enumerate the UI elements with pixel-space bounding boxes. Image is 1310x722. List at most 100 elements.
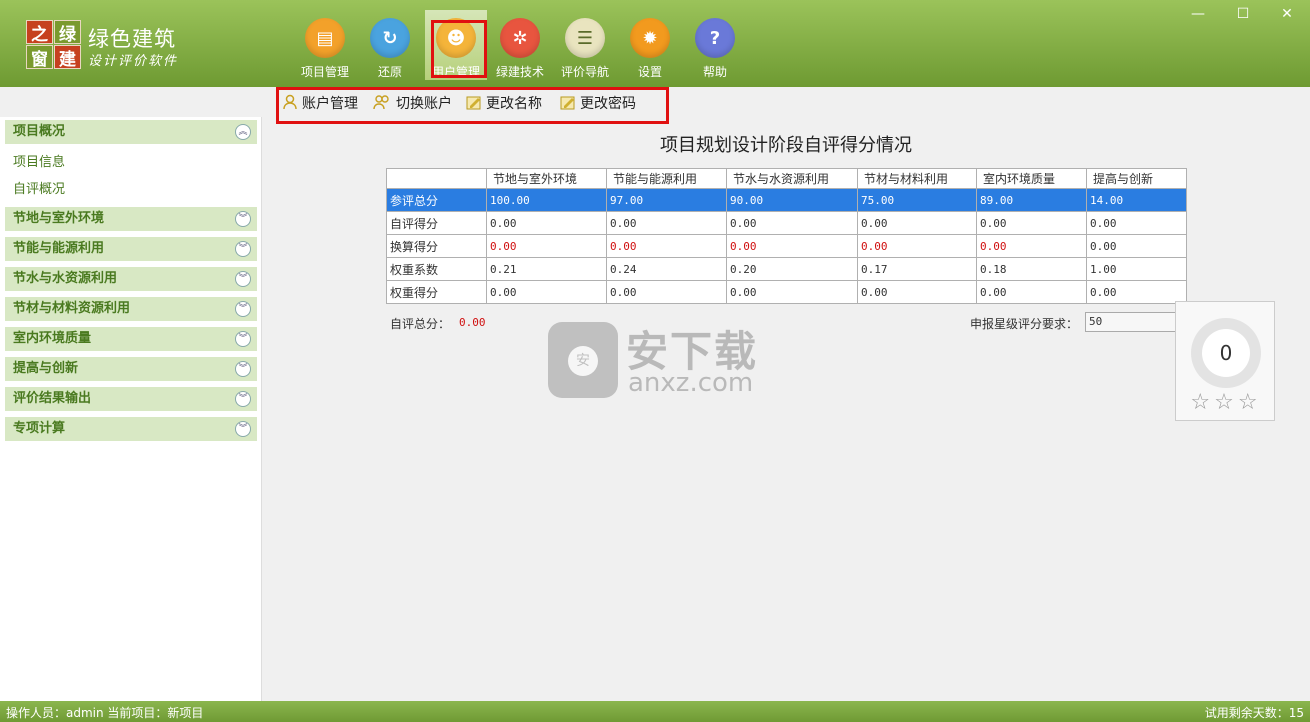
row-header: 换算得分 [386,234,487,258]
table-cell[interactable]: 0.00 [857,211,977,235]
book-icon: ☰ [565,18,605,58]
sidebar-item-project-info[interactable]: 项目信息 [13,151,65,170]
watermark-shield-char: 安 [568,346,598,376]
sidebar-section-label: 评价结果输出 [13,391,92,406]
toolbar-label: 评价导航 [560,65,609,79]
table-cell[interactable]: 0.00 [857,234,977,258]
table-cell[interactable]: 75.00 [857,188,977,212]
chevron-down-icon[interactable]: ︾ [235,421,251,437]
gear-icon: ✹ [630,18,670,58]
toolbar-green-tech[interactable]: ✲ 绿建技术 [487,18,553,80]
sidebar-section-water[interactable]: 节水与水资源利用 ︾ [5,267,257,291]
sidebar-section-land[interactable]: 节地与室外环境 ︾ [5,207,257,231]
row-header: 权重系数 [386,257,487,281]
row-header: 参评总分 [386,188,487,212]
table-cell[interactable]: 0.00 [726,234,858,258]
score-value: 0 [1202,329,1250,377]
toolbar-label: 设置 [637,65,662,79]
chevron-down-icon[interactable]: ︾ [235,331,251,347]
minimize-button[interactable]: — [1188,6,1208,22]
table-cell[interactable]: 0.24 [606,257,727,281]
sidebar-section-label: 节材与材料资源利用 [13,301,131,316]
column-header: 提高与创新 [1086,168,1187,189]
sidebar-section-special-calc[interactable]: 专项计算 ︾ [5,417,257,441]
toolbar-label: 还原 [377,65,402,79]
table-cell[interactable]: 1.00 [1086,257,1187,281]
table-cell[interactable]: 0.00 [1086,280,1187,304]
toolbar-settings[interactable]: ✹ 设置 [617,18,683,80]
report-title: 项目规划设计阶段自评得分情况 [660,135,912,156]
table-cell[interactable]: 97.00 [606,188,727,212]
table-cell[interactable]: 0.00 [976,234,1087,258]
chevron-down-icon[interactable]: ︾ [235,271,251,287]
toolbar-restore[interactable]: ↻ 还原 [357,18,423,80]
sidebar-item-self-eval-overview[interactable]: 自评概况 [13,178,65,197]
table-cell[interactable]: 0.00 [486,211,607,235]
row-header: 自评得分 [386,211,487,235]
sidebar-section-label: 节地与室外环境 [13,211,105,226]
table-row[interactable]: 换算得分 0.00 0.00 0.00 0.00 0.00 0.00 [386,234,1187,258]
sidebar-section-energy[interactable]: 节能与能源利用 ︾ [5,237,257,261]
self-total-label: 自评总分： [390,317,451,331]
table-cell[interactable]: 100.00 [486,188,607,212]
folder-icon: ▤ [305,18,345,58]
column-header: 节水与水资源利用 [726,168,858,189]
sidebar-section-label: 提高与创新 [13,361,79,376]
refresh-icon: ↻ [370,18,410,58]
chevron-down-icon[interactable]: ︾ [235,391,251,407]
table-row[interactable]: 自评得分 0.00 0.00 0.00 0.00 0.00 0.00 [386,211,1187,235]
table-cell[interactable]: 0.00 [976,211,1087,235]
sidebar-section-output[interactable]: 评价结果输出 ︾ [5,387,257,411]
status-operator: 操作人员：admin 当前项目：新项目 [6,706,204,720]
table-cell[interactable]: 0.00 [1086,211,1187,235]
maximize-button[interactable]: ☐ [1233,6,1253,22]
table-cell[interactable]: 0.00 [726,211,858,235]
close-button[interactable]: ✕ [1277,6,1297,22]
score-card: 0 ☆☆☆ [1175,301,1275,421]
table-cell[interactable]: 0.00 [486,280,607,304]
star-rating: ☆☆☆ [1190,390,1262,415]
table-cell[interactable]: 14.00 [1086,188,1187,212]
toolbar-eval-guide[interactable]: ☰ 评价导航 [552,18,618,80]
table-cell[interactable]: 0.00 [976,280,1087,304]
table-row[interactable]: 权重系数 0.21 0.24 0.20 0.17 0.18 1.00 [386,257,1187,281]
table-cell[interactable]: 90.00 [726,188,858,212]
chevron-down-icon[interactable]: ︾ [235,241,251,257]
table-cell[interactable]: 0.00 [606,234,727,258]
row-header: 权重得分 [386,280,487,304]
title-bar: 之 绿 窗 建 绿色建筑 设计评价软件 ▤ 项目管理 ↻ 还原 ☻ 用户管理 ✲… [0,0,1310,87]
sidebar-section-label: 节水与水资源利用 [13,271,118,286]
table-cell[interactable]: 0.21 [486,257,607,281]
table-row[interactable]: 参评总分 100.00 97.00 90.00 75.00 89.00 14.0… [386,188,1187,212]
sidebar-section-label: 节能与能源利用 [13,241,105,256]
sidebar-section-label: 室内环境质量 [13,331,92,346]
chevron-down-icon[interactable]: ︾ [235,361,251,377]
sidebar-section-indoor[interactable]: 室内环境质量 ︾ [5,327,257,351]
table-cell[interactable]: 0.18 [976,257,1087,281]
table-cell[interactable]: 0.00 [726,280,858,304]
toolbar-help[interactable]: ? 帮助 [682,18,748,80]
table-cell[interactable]: 89.00 [976,188,1087,212]
chevron-up-icon[interactable]: ︽ [235,124,251,140]
toolbar-label: 绿建技术 [495,65,544,79]
sidebar-section-materials[interactable]: 节材与材料资源利用 ︾ [5,297,257,321]
chevron-down-icon[interactable]: ︾ [235,301,251,317]
table-cell[interactable]: 0.00 [486,234,607,258]
sidebar-section-label: 专项计算 [13,421,66,436]
table-cell[interactable]: 0.00 [606,280,727,304]
watermark: 安 安下载 anxz.com [548,322,768,402]
self-total-value: 0.00 [459,316,486,329]
sidebar-section-project-overview[interactable]: 项目概况 ︽ [5,120,257,144]
chevron-down-icon[interactable]: ︾ [235,211,251,227]
sidebar-section-innovation[interactable]: 提高与创新 ︾ [5,357,257,381]
table-cell[interactable]: 0.20 [726,257,858,281]
table-cell[interactable]: 0.17 [857,257,977,281]
column-header: 节能与能源利用 [606,168,727,189]
status-trial-days: 试用剩余天数：15 [1204,706,1304,720]
star-requirement-input[interactable]: 50 [1085,312,1180,332]
toolbar-project-management[interactable]: ▤ 项目管理 [292,18,358,80]
table-cell[interactable]: 0.00 [857,280,977,304]
table-cell[interactable]: 0.00 [1086,234,1187,258]
table-cell[interactable]: 0.00 [606,211,727,235]
table-row[interactable]: 权重得分 0.00 0.00 0.00 0.00 0.00 0.00 [386,280,1187,304]
